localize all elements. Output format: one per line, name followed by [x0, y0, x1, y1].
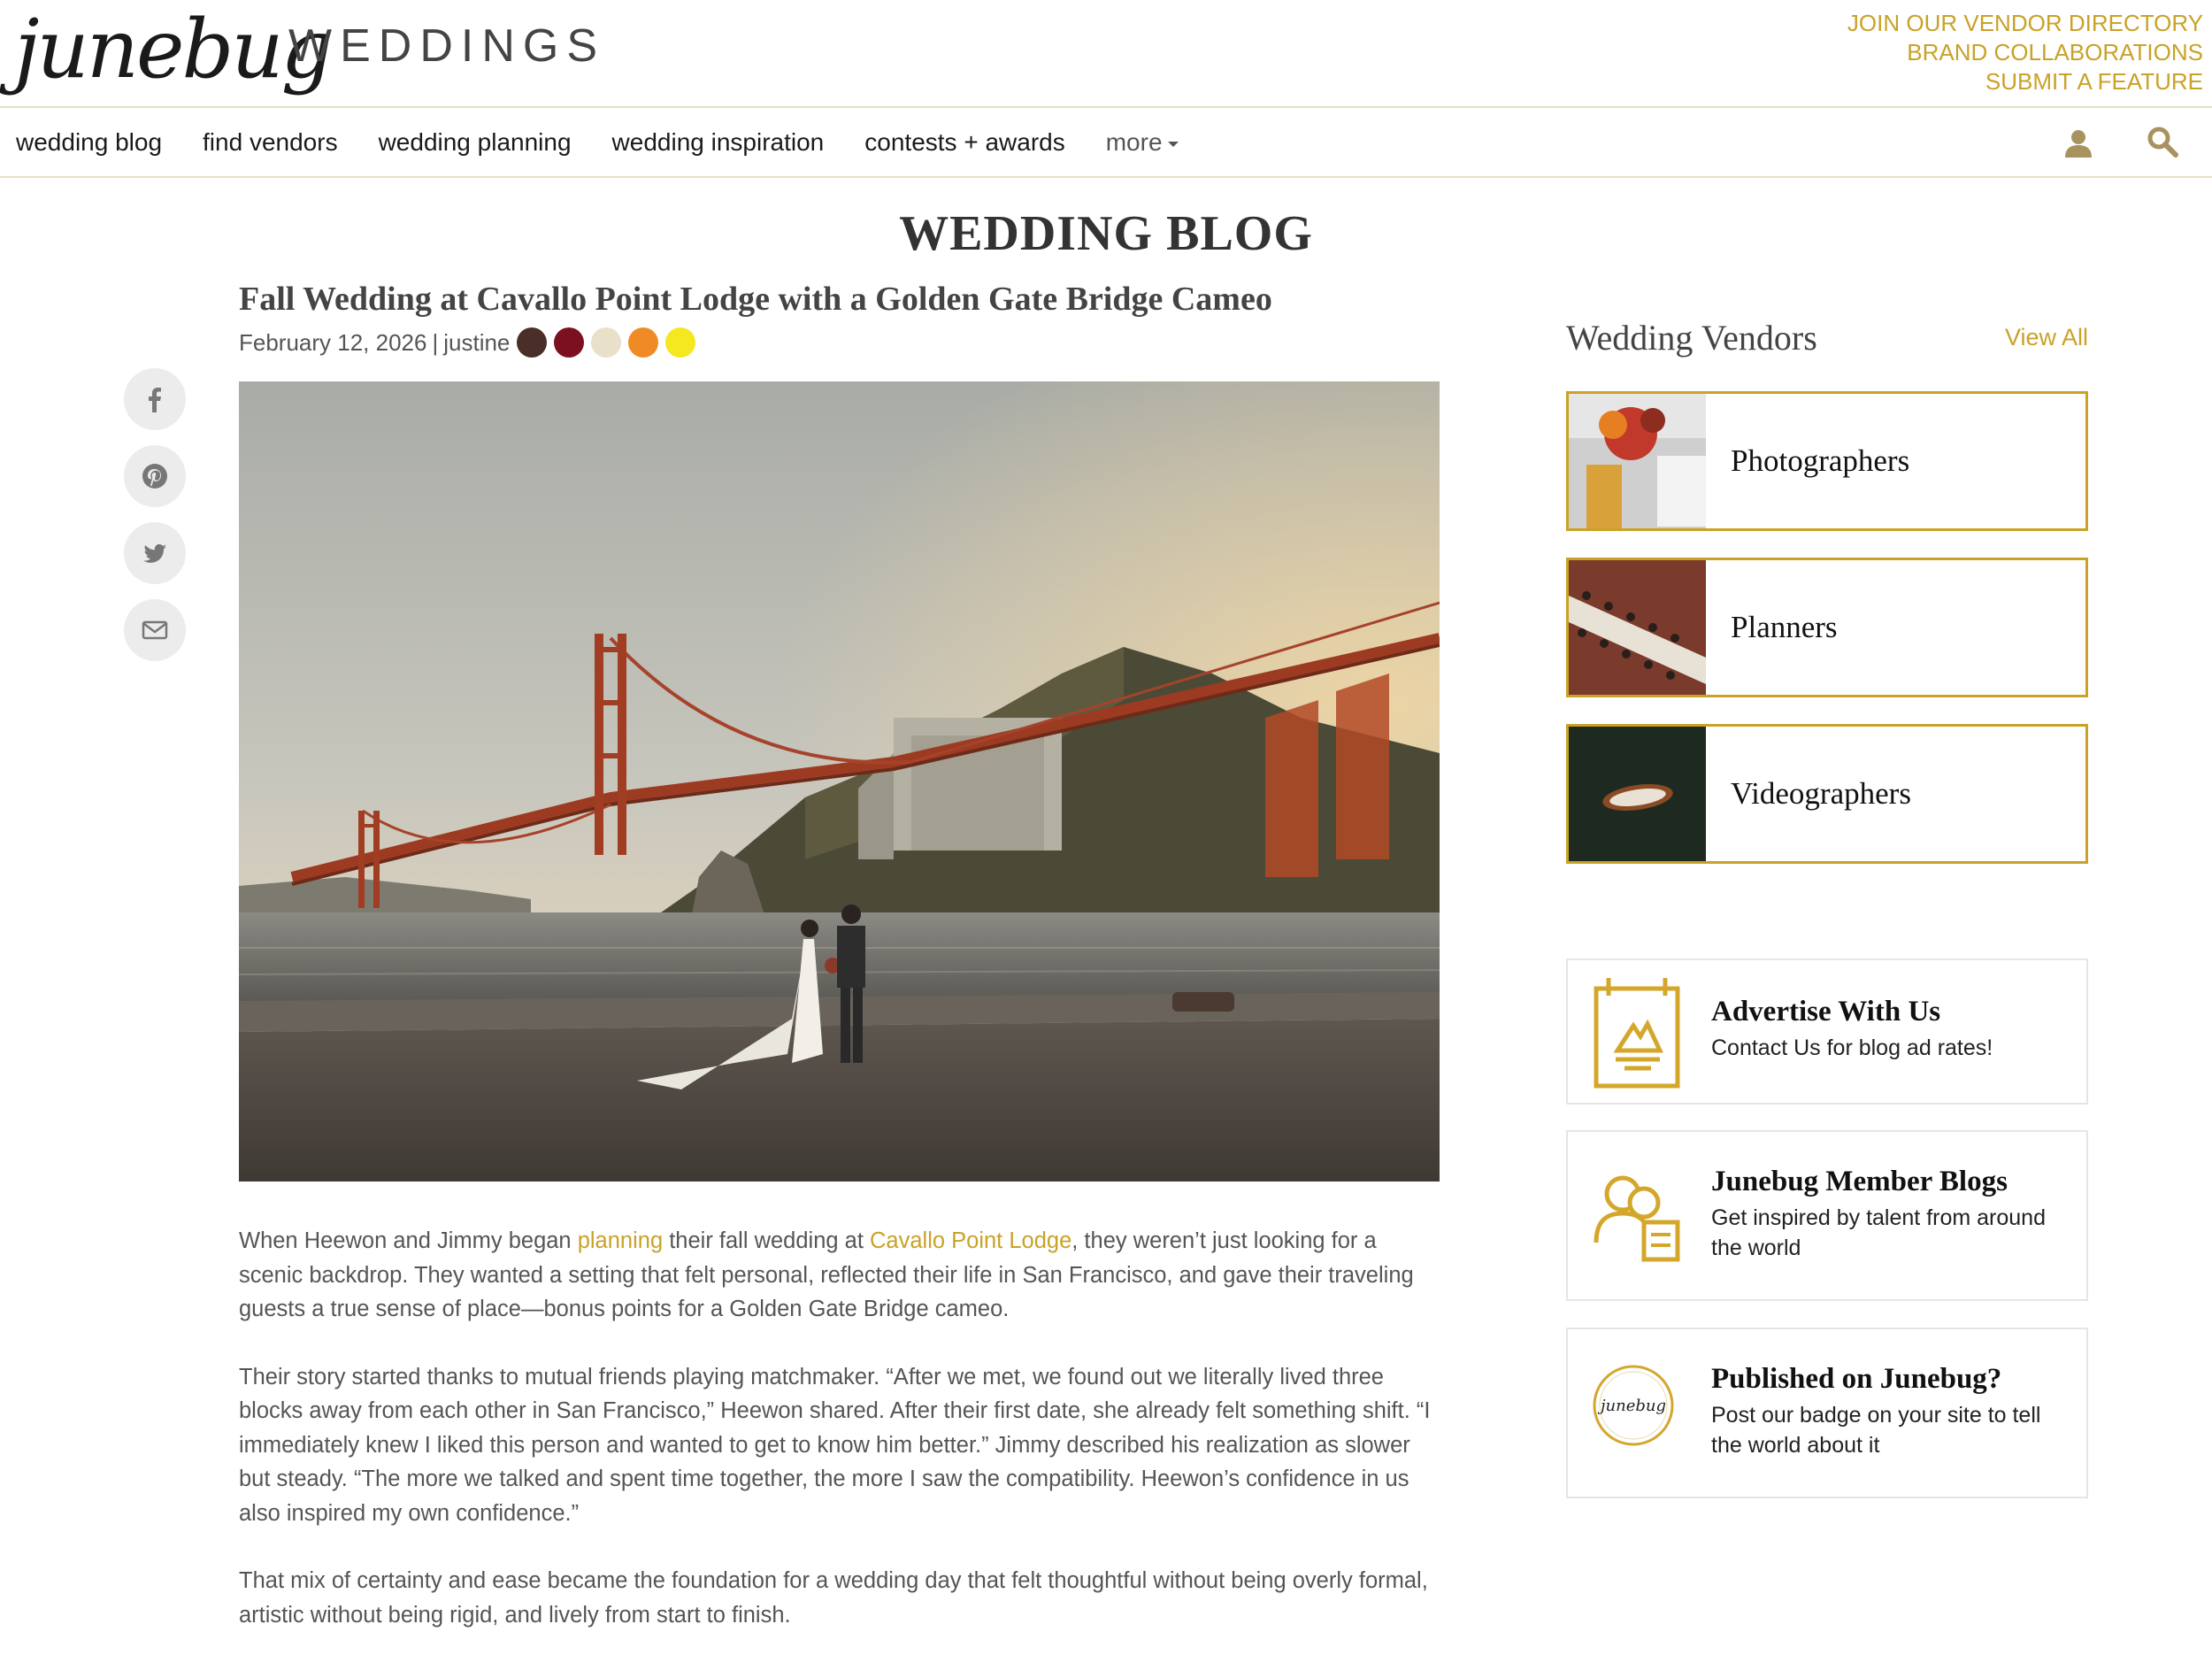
p1-text-mid: their fall wedding at — [663, 1228, 871, 1253]
search-icon[interactable] — [2145, 124, 2180, 159]
article-body: When Heewon and Jimmy began planning the… — [239, 1224, 1440, 1655]
share-pinterest-button[interactable] — [124, 445, 186, 507]
join-vendor-directory-link[interactable]: JOIN OUR VENDOR DIRECTORY — [1847, 9, 2203, 38]
submit-feature-link[interactable]: SUBMIT A FEATURE — [1847, 67, 2203, 96]
promo-member-blogs[interactable]: Junebug Member Blogs Get inspired by tal… — [1566, 1130, 2088, 1301]
vendor-card-videographers[interactable]: Videographers — [1566, 724, 2088, 864]
nav-wedding-blog[interactable]: wedding blog — [16, 128, 162, 157]
photographers-thumbnail — [1569, 394, 1706, 528]
share-facebook-button[interactable] — [124, 368, 186, 430]
top-links: JOIN OUR VENDOR DIRECTORY BRAND COLLABOR… — [1847, 9, 2203, 96]
advertise-icon — [1594, 978, 1680, 1089]
color-swatch-2[interactable] — [554, 327, 585, 358]
vendor-card-photographers[interactable]: Photographers — [1566, 391, 2088, 531]
nav-divider — [0, 176, 2212, 178]
twitter-icon — [143, 543, 166, 563]
sidebar-heading: Wedding Vendors — [1566, 318, 1817, 358]
post-author[interactable]: justine — [443, 329, 510, 357]
p1-text-start: When Heewon and Jimmy began — [239, 1228, 578, 1253]
color-swatch-3[interactable] — [591, 327, 622, 358]
member-blogs-icon — [1594, 1175, 1680, 1262]
caret-down-icon — [1167, 141, 1179, 147]
promo-member-blogs-title: Junebug Member Blogs — [1711, 1166, 2008, 1197]
nav-more-label: more — [1105, 128, 1163, 156]
logo-script[interactable]: junebug — [14, 2, 334, 96]
promo-advertise[interactable]: Advertise With Us Contact Us for blog ad… — [1566, 958, 2088, 1105]
published-badge-icon: junebug — [1593, 1365, 1674, 1446]
article-paragraph-3: That mix of certainty and ease became th… — [239, 1568, 1428, 1628]
post-title[interactable]: Fall Wedding at Cavallo Point Lodge with… — [239, 280, 1272, 319]
main-nav: wedding blog find vendors wedding planni… — [0, 108, 2212, 177]
brand-collaborations-link[interactable]: BRAND COLLABORATIONS — [1847, 38, 2203, 67]
promo-published-text: Post our badge on your site to tell the … — [1711, 1403, 2041, 1458]
cavallo-point-lodge-link[interactable]: Cavallo Point Lodge — [870, 1228, 1071, 1253]
badge-logo-text: junebug — [1597, 1397, 1666, 1415]
share-email-button[interactable] — [124, 599, 186, 661]
color-swatch-4[interactable] — [628, 327, 659, 358]
planners-thumbnail — [1569, 560, 1706, 695]
logo-wordmark[interactable]: WEDDINGS — [288, 19, 605, 73]
view-all-vendors-link[interactable]: View All — [2005, 324, 2088, 351]
vendor-card-planners[interactable]: Planners — [1566, 558, 2088, 697]
vendor-label-photographers: Photographers — [1731, 443, 1910, 478]
facebook-icon — [149, 388, 161, 412]
nav-wedding-inspiration[interactable]: wedding inspiration — [612, 128, 825, 157]
promo-member-blogs-text: Get inspired by talent from around the w… — [1711, 1205, 2046, 1260]
promo-advertise-title: Advertise With Us — [1711, 996, 1941, 1028]
share-twitter-button[interactable] — [124, 522, 186, 584]
color-swatch-5[interactable] — [665, 327, 696, 358]
planning-link[interactable]: planning — [578, 1228, 663, 1253]
vendor-label-planners: Planners — [1731, 610, 1838, 644]
post-meta: February 12, 2026 | justine — [239, 327, 696, 358]
meta-separator: | — [432, 328, 439, 356]
promo-published-title: Published on Junebug? — [1711, 1363, 2002, 1395]
article-paragraph-1: When Heewon and Jimmy began planning the… — [239, 1224, 1440, 1327]
section-title: WEDDING BLOG — [899, 206, 1313, 261]
promo-published-badge[interactable]: junebug Published on Junebug? Post our b… — [1566, 1328, 2088, 1498]
promo-advertise-text: Contact Us for blog ad rates! — [1711, 1035, 1993, 1060]
nav-find-vendors[interactable]: find vendors — [203, 128, 338, 157]
color-swatch-1[interactable] — [517, 327, 548, 358]
nav-contests-awards[interactable]: contests + awards — [864, 128, 1064, 157]
nav-more-dropdown[interactable]: more — [1106, 128, 1179, 157]
article-paragraph-2: Their story started thanks to mutual fri… — [239, 1364, 1431, 1526]
post-date: February 12, 2026 — [239, 328, 427, 356]
pinterest-icon — [142, 464, 167, 489]
user-icon[interactable] — [2061, 126, 2096, 161]
hero-photo-golden-gate-couple[interactable] — [239, 381, 1440, 1182]
vendor-label-videographers: Videographers — [1731, 776, 1911, 811]
email-icon — [142, 620, 168, 640]
videographers-thumbnail — [1569, 727, 1706, 861]
nav-wedding-planning[interactable]: wedding planning — [379, 128, 572, 157]
